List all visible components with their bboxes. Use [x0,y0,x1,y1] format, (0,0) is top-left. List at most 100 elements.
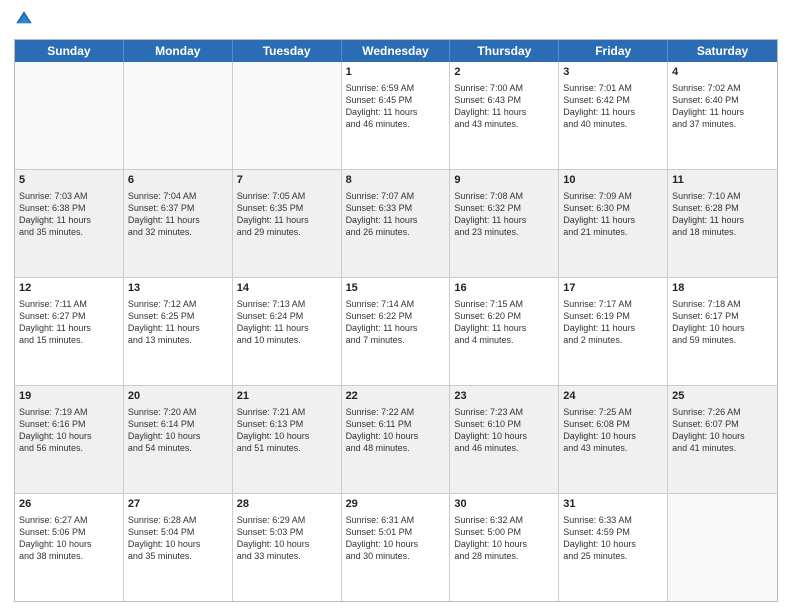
day-info: Sunrise: 7:13 AM Sunset: 6:24 PM Dayligh… [237,298,337,347]
page: SundayMondayTuesdayWednesdayThursdayFrid… [0,0,792,612]
header [14,10,778,33]
day-number: 4 [672,65,773,80]
day-info: Sunrise: 6:27 AM Sunset: 5:06 PM Dayligh… [19,514,119,563]
day-number: 31 [563,497,663,512]
day-number: 18 [672,281,773,296]
day-number: 3 [563,65,663,80]
calendar-cell-r4c0: 26 Sunrise: 6:27 AM Sunset: 5:06 PM Dayli… [15,494,124,601]
calendar-row-2: 12 Sunrise: 7:11 AM Sunset: 6:27 PM Dayli… [15,277,777,385]
day-number: 28 [237,497,337,512]
weekday-header-wednesday: Wednesday [342,40,451,62]
calendar-cell-r3c0: 19 Sunrise: 7:19 AM Sunset: 6:16 PM Dayli… [15,386,124,493]
day-number: 14 [237,281,337,296]
day-info: Sunrise: 7:12 AM Sunset: 6:25 PM Dayligh… [128,298,228,347]
day-number: 27 [128,497,228,512]
day-info: Sunrise: 7:01 AM Sunset: 6:42 PM Dayligh… [563,82,663,131]
calendar-row-3: 19 Sunrise: 7:19 AM Sunset: 6:16 PM Dayli… [15,385,777,493]
calendar: SundayMondayTuesdayWednesdayThursdayFrid… [14,39,778,602]
calendar-cell-r2c1: 13 Sunrise: 7:12 AM Sunset: 6:25 PM Dayli… [124,278,233,385]
day-number: 2 [454,65,554,80]
calendar-cell-r4c2: 28Sunrise: 6:29 AM Sunset: 5:03 PM Dayli… [233,494,342,601]
calendar-cell-r2c4: 16 Sunrise: 7:15 AM Sunset: 6:20 PM Dayli… [450,278,559,385]
day-info: Sunrise: 7:17 AM Sunset: 6:19 PM Dayligh… [563,298,663,347]
day-number: 15 [346,281,446,296]
calendar-row-1: 5Sunrise: 7:03 AM Sunset: 6:38 PM Daylig… [15,169,777,277]
calendar-cell-r4c1: 27 Sunrise: 6:28 AM Sunset: 5:04 PM Dayli… [124,494,233,601]
calendar-cell-r0c3: 1Sunrise: 6:59 AM Sunset: 6:45 PM Daylig… [342,62,451,169]
day-info: Sunrise: 7:03 AM Sunset: 6:38 PM Dayligh… [19,190,119,239]
calendar-cell-r0c4: 2 Sunrise: 7:00 AM Sunset: 6:43 PM Daylig… [450,62,559,169]
calendar-cell-r4c3: 29 Sunrise: 6:31 AM Sunset: 5:01 PM Dayli… [342,494,451,601]
day-info: Sunrise: 6:31 AM Sunset: 5:01 PM Dayligh… [346,514,446,563]
day-info: Sunrise: 7:04 AM Sunset: 6:37 PM Dayligh… [128,190,228,239]
logo-icon [15,10,33,28]
calendar-row-0: 1Sunrise: 6:59 AM Sunset: 6:45 PM Daylig… [15,62,777,169]
calendar-cell-r1c2: 7 Sunrise: 7:05 AM Sunset: 6:35 PM Daylig… [233,170,342,277]
calendar-body: 1Sunrise: 6:59 AM Sunset: 6:45 PM Daylig… [15,62,777,601]
calendar-cell-r2c2: 14 Sunrise: 7:13 AM Sunset: 6:24 PM Dayli… [233,278,342,385]
day-number: 26 [19,497,119,512]
day-info: Sunrise: 6:28 AM Sunset: 5:04 PM Dayligh… [128,514,228,563]
weekday-header-monday: Monday [124,40,233,62]
calendar-cell-r4c5: 31 Sunrise: 6:33 AM Sunset: 4:59 PM Dayli… [559,494,668,601]
day-number: 20 [128,389,228,404]
weekday-header-tuesday: Tuesday [233,40,342,62]
day-info: Sunrise: 7:11 AM Sunset: 6:27 PM Dayligh… [19,298,119,347]
day-number: 7 [237,173,337,188]
calendar-row-4: 26 Sunrise: 6:27 AM Sunset: 5:06 PM Dayli… [15,493,777,601]
day-info: Sunrise: 7:19 AM Sunset: 6:16 PM Dayligh… [19,406,119,455]
day-info: Sunrise: 7:14 AM Sunset: 6:22 PM Dayligh… [346,298,446,347]
calendar-cell-r0c2 [233,62,342,169]
calendar-cell-r3c6: 25Sunrise: 7:26 AM Sunset: 6:07 PM Dayli… [668,386,777,493]
calendar-cell-r1c0: 5Sunrise: 7:03 AM Sunset: 6:38 PM Daylig… [15,170,124,277]
calendar-cell-r1c1: 6 Sunrise: 7:04 AM Sunset: 6:37 PM Daylig… [124,170,233,277]
day-number: 29 [346,497,446,512]
day-number: 17 [563,281,663,296]
calendar-cell-r1c5: 10Sunrise: 7:09 AM Sunset: 6:30 PM Dayli… [559,170,668,277]
calendar-cell-r2c6: 18 Sunrise: 7:18 AM Sunset: 6:17 PM Dayli… [668,278,777,385]
day-info: Sunrise: 6:59 AM Sunset: 6:45 PM Dayligh… [346,82,446,131]
calendar-header: SundayMondayTuesdayWednesdayThursdayFrid… [15,40,777,62]
day-number: 22 [346,389,446,404]
day-info: Sunrise: 7:09 AM Sunset: 6:30 PM Dayligh… [563,190,663,239]
day-number: 24 [563,389,663,404]
calendar-cell-r3c2: 21 Sunrise: 7:21 AM Sunset: 6:13 PM Dayli… [233,386,342,493]
day-info: Sunrise: 7:20 AM Sunset: 6:14 PM Dayligh… [128,406,228,455]
day-number: 16 [454,281,554,296]
calendar-cell-r1c3: 8Sunrise: 7:07 AM Sunset: 6:33 PM Daylig… [342,170,451,277]
logo [14,10,35,33]
weekday-header-saturday: Saturday [668,40,777,62]
day-number: 13 [128,281,228,296]
calendar-cell-r2c5: 17 Sunrise: 7:17 AM Sunset: 6:19 PM Dayli… [559,278,668,385]
day-info: Sunrise: 7:05 AM Sunset: 6:35 PM Dayligh… [237,190,337,239]
calendar-cell-r3c3: 22Sunrise: 7:22 AM Sunset: 6:11 PM Dayli… [342,386,451,493]
day-info: Sunrise: 6:33 AM Sunset: 4:59 PM Dayligh… [563,514,663,563]
calendar-cell-r3c1: 20 Sunrise: 7:20 AM Sunset: 6:14 PM Dayli… [124,386,233,493]
weekday-header-sunday: Sunday [15,40,124,62]
day-info: Sunrise: 6:32 AM Sunset: 5:00 PM Dayligh… [454,514,554,563]
day-number: 11 [672,173,773,188]
calendar-cell-r4c6 [668,494,777,601]
day-number: 9 [454,173,554,188]
day-info: Sunrise: 7:18 AM Sunset: 6:17 PM Dayligh… [672,298,773,347]
day-number: 19 [19,389,119,404]
calendar-cell-r4c4: 30Sunrise: 6:32 AM Sunset: 5:00 PM Dayli… [450,494,559,601]
day-info: Sunrise: 7:10 AM Sunset: 6:28 PM Dayligh… [672,190,773,239]
day-number: 21 [237,389,337,404]
calendar-cell-r2c3: 15 Sunrise: 7:14 AM Sunset: 6:22 PM Dayli… [342,278,451,385]
day-info: Sunrise: 7:26 AM Sunset: 6:07 PM Dayligh… [672,406,773,455]
day-number: 23 [454,389,554,404]
calendar-cell-r1c6: 11 Sunrise: 7:10 AM Sunset: 6:28 PM Dayli… [668,170,777,277]
weekday-header-thursday: Thursday [450,40,559,62]
calendar-cell-r0c6: 4Sunrise: 7:02 AM Sunset: 6:40 PM Daylig… [668,62,777,169]
day-number: 8 [346,173,446,188]
calendar-cell-r1c4: 9Sunrise: 7:08 AM Sunset: 6:32 PM Daylig… [450,170,559,277]
day-info: Sunrise: 7:00 AM Sunset: 6:43 PM Dayligh… [454,82,554,131]
day-number: 12 [19,281,119,296]
calendar-cell-r3c5: 24 Sunrise: 7:25 AM Sunset: 6:08 PM Dayli… [559,386,668,493]
day-number: 6 [128,173,228,188]
day-info: Sunrise: 7:15 AM Sunset: 6:20 PM Dayligh… [454,298,554,347]
day-info: Sunrise: 7:25 AM Sunset: 6:08 PM Dayligh… [563,406,663,455]
day-info: Sunrise: 7:21 AM Sunset: 6:13 PM Dayligh… [237,406,337,455]
day-info: Sunrise: 7:23 AM Sunset: 6:10 PM Dayligh… [454,406,554,455]
